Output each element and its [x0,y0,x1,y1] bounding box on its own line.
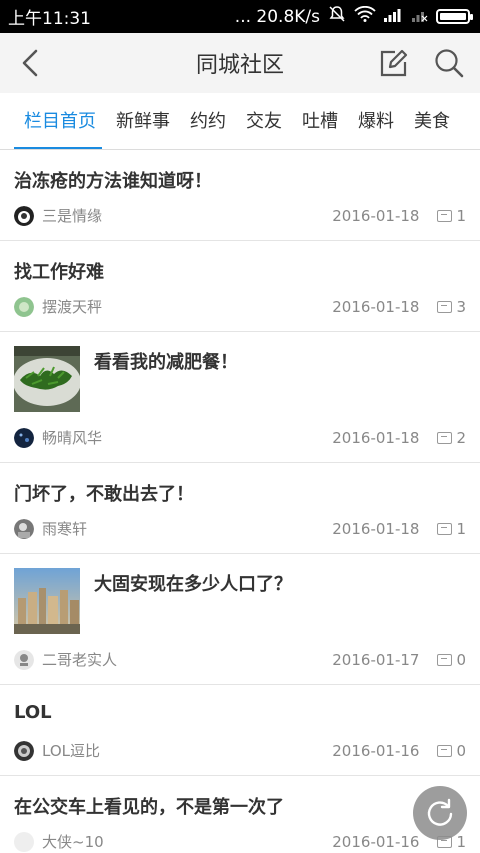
comment-icon [437,653,453,666]
post-author[interactable]: 大侠~10 [42,831,332,852]
post-author[interactable]: 三是情缘 [42,205,332,226]
signal-icon [384,7,404,27]
post-author[interactable]: 雨寒轩 [42,518,332,539]
search-button[interactable] [432,46,466,80]
network-speed: ... 20.8K/s [234,6,320,27]
post-date: 2016-01-17 [332,650,420,669]
comment-icon [437,522,453,535]
status-indicators: ... 20.8K/s [234,5,473,28]
comment-count: 2 [456,428,466,447]
title-bar: 同城社区 [0,33,480,93]
post-item[interactable]: 找工作好难 摆渡天秤 2016-01-18 3 [0,241,480,332]
post-item[interactable]: 在公交车上看见的，不是第一次了 大侠~10 2016-01-16 1 [0,776,480,853]
post-comments: 0 [437,742,466,760]
back-button[interactable] [14,46,48,80]
compose-icon [380,49,408,77]
post-author[interactable]: 摆渡天秤 [42,296,332,317]
post-comments: 1 [437,207,466,225]
comment-count: 3 [456,297,466,316]
tab-breaking[interactable]: 爆料 [348,93,404,149]
post-date: 2016-01-18 [332,206,420,225]
post-comments: 3 [437,298,466,316]
refresh-icon [427,798,453,826]
post-item[interactable]: 治冻疮的方法谁知道呀！ 三是情缘 2016-01-18 1 [0,150,480,241]
comment-icon [437,209,453,222]
refresh-button[interactable] [413,786,467,840]
post-comments: 1 [437,520,466,538]
category-tabs: 栏目首页 新鲜事 约约 交友 吐槽 爆料 美食 [0,93,480,150]
post-meta: 三是情缘 2016-01-18 1 [14,205,466,226]
post-thumbnail [14,568,80,634]
avatar [14,649,34,670]
tab-friends[interactable]: 交友 [236,93,292,149]
post-title: 大固安现在多少人口了？ [94,574,292,595]
post-date: 2016-01-18 [332,297,420,316]
post-date: 2016-01-16 [332,832,420,851]
post-comments: 0 [437,651,466,669]
back-arrow-icon [22,49,38,77]
battery-icon [436,9,473,24]
post-item[interactable]: LOL LOL逗比 2016-01-16 0 [0,685,480,776]
tab-dating[interactable]: 约约 [180,93,236,149]
post-meta: 二哥老实人 2016-01-17 0 [14,649,466,670]
comment-count: 1 [456,832,466,851]
status-time: 上午11:31 [8,9,91,29]
post-list: 治冻疮的方法谁知道呀！ 三是情缘 2016-01-18 1 找工作好难 摆渡天秤… [0,150,480,853]
avatar [14,205,34,226]
tab-rant[interactable]: 吐槽 [292,93,348,149]
avatar [14,296,34,317]
avatar [14,427,34,448]
mute-bell-icon [328,5,346,28]
comment-icon [437,744,453,757]
tab-food[interactable]: 美食 [404,93,460,149]
post-author[interactable]: 二哥老实人 [42,649,332,670]
post-author[interactable]: LOL逗比 [42,740,332,761]
comment-count: 1 [456,206,466,225]
tab-news[interactable]: 新鲜事 [106,93,180,149]
post-item[interactable]: 门坏了，不敢出去了！ 雨寒轩 2016-01-18 1 [0,463,480,554]
comment-count: 0 [456,741,466,760]
post-meta: 摆渡天秤 2016-01-18 3 [14,296,466,317]
compose-button[interactable] [376,46,410,80]
post-title: 治冻疮的方法谁知道呀！ [14,171,212,192]
title-actions [376,46,466,80]
comment-icon [437,300,453,313]
post-title: 门坏了，不敢出去了！ [14,484,194,505]
post-title: 找工作好难 [14,262,104,283]
post-title: 在公交车上看见的，不是第一次了 [14,797,284,818]
comment-count: 1 [456,519,466,538]
post-meta: 畅晴风华 2016-01-18 2 [14,427,466,448]
post-date: 2016-01-16 [332,741,420,760]
avatar [14,518,34,539]
post-thumbnail [14,346,80,412]
tabs-fade [462,93,480,149]
post-title: 看看我的减肥餐！ [94,352,238,373]
comment-icon [437,431,453,444]
status-bar: 上午11:31 ... 20.8K/s [0,0,480,33]
signal-empty-icon [412,7,428,27]
post-item[interactable]: 看看我的减肥餐！ 畅晴风华 2016-01-18 2 [0,332,480,463]
search-icon [435,49,464,78]
post-meta: 大侠~10 2016-01-16 1 [14,831,466,852]
tab-home[interactable]: 栏目首页 [0,93,106,149]
post-title: LOL [14,702,52,723]
post-comments: 2 [437,429,466,447]
comment-count: 0 [456,650,466,669]
avatar [14,831,34,852]
wifi-icon [354,5,376,27]
post-date: 2016-01-18 [332,519,420,538]
post-date: 2016-01-18 [332,428,420,447]
post-meta: LOL逗比 2016-01-16 0 [14,740,466,761]
post-author[interactable]: 畅晴风华 [42,427,332,448]
avatar [14,740,34,761]
post-meta: 雨寒轩 2016-01-18 1 [14,518,466,539]
post-item[interactable]: 大固安现在多少人口了？ 二哥老实人 2016-01-17 0 [0,554,480,685]
